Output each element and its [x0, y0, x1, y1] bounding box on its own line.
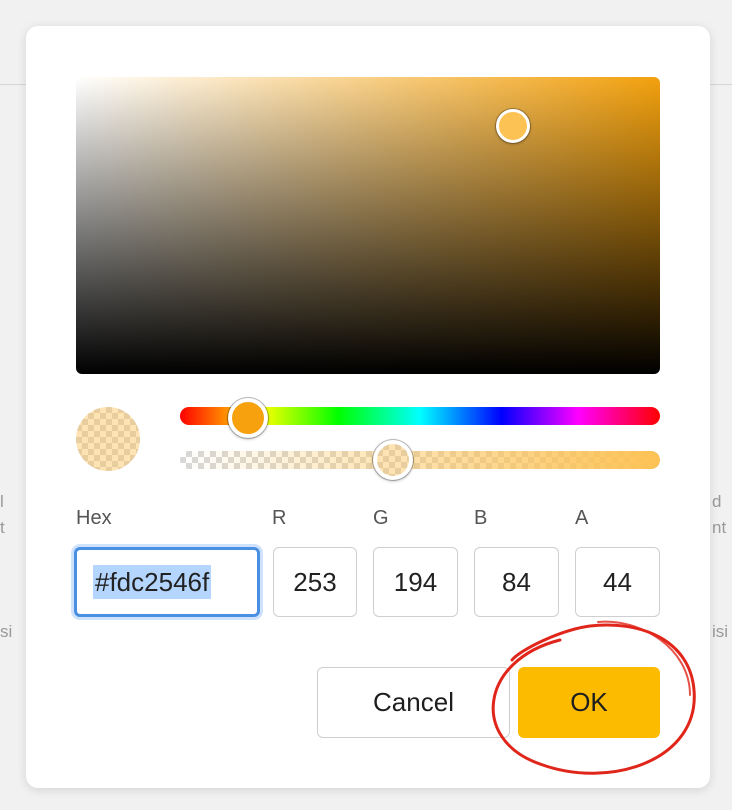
color-picker-dialog: Hex R G B A #fdc2546f Cancel OK: [26, 26, 710, 788]
alpha-slider[interactable]: [180, 440, 660, 480]
green-input[interactable]: [373, 547, 458, 617]
saturation-value-handle[interactable]: [496, 109, 530, 143]
alpha-slider-handle[interactable]: [373, 440, 413, 480]
hue-slider[interactable]: [180, 398, 660, 438]
alpha-input[interactable]: [575, 547, 660, 617]
alpha-label: A: [575, 507, 589, 529]
background-text: l: [0, 492, 4, 511]
background-text: d: [712, 492, 722, 511]
red-input[interactable]: [273, 547, 357, 617]
background-text: si: [0, 622, 13, 641]
background-text: t: [0, 518, 5, 537]
alpha-slider-gradient: [180, 451, 660, 469]
background-divider: [708, 84, 732, 85]
color-preview-fill: [76, 407, 140, 471]
color-preview-swatch: [76, 407, 140, 471]
blue-input[interactable]: [474, 547, 559, 617]
alpha-handle-fill: [377, 444, 409, 476]
background-text: nt: [712, 518, 727, 537]
green-label: G: [373, 507, 389, 529]
blue-label: B: [474, 507, 488, 529]
hue-slider-handle[interactable]: [228, 398, 268, 438]
hex-label: Hex: [76, 507, 112, 529]
ok-button[interactable]: OK: [518, 667, 660, 738]
background-text: isi: [712, 622, 729, 641]
hex-input[interactable]: [74, 547, 260, 617]
red-label: R: [272, 507, 287, 529]
cancel-button[interactable]: Cancel: [317, 667, 510, 738]
alpha-slider-track: [180, 451, 660, 469]
saturation-value-area[interactable]: [76, 77, 660, 374]
